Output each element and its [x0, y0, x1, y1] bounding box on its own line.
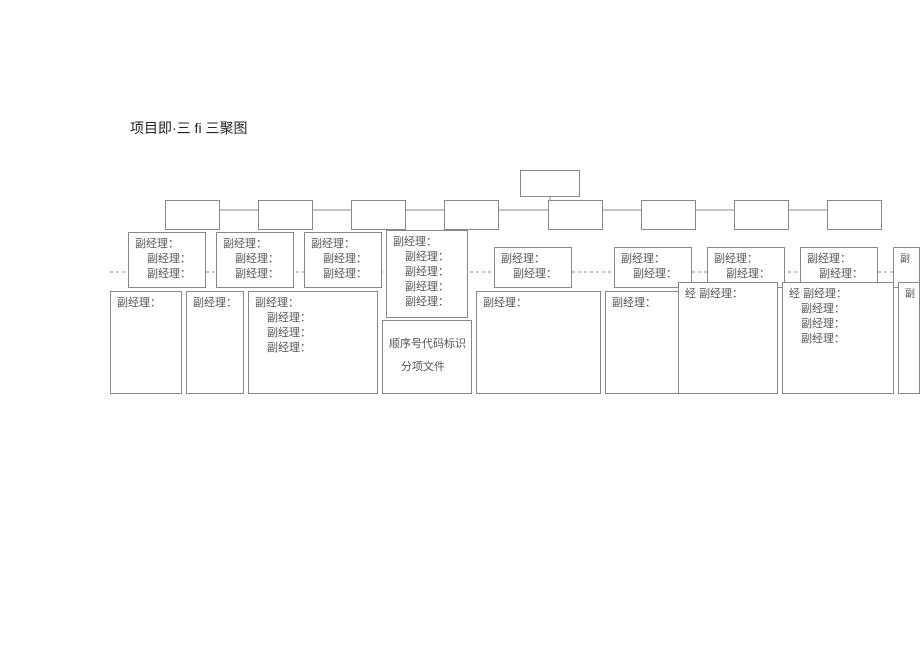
- l2-box-5: [548, 200, 603, 230]
- label-fjl: 副经理：: [789, 317, 887, 332]
- label-fjl: 副经理：: [621, 252, 685, 267]
- label-fjl: 副经理：: [255, 326, 371, 341]
- label-order: 顺序号代码标识: [389, 337, 465, 352]
- label-fjl: 经 副经理：: [685, 287, 771, 302]
- l4-box-9: 副: [898, 282, 920, 394]
- l3-box-4: 副经理： 副经理： 副经理： 副经理： 副经理：: [386, 230, 468, 318]
- l2-box-7: [734, 200, 789, 230]
- l3-box-5: 副经理： 副经理：: [494, 247, 572, 288]
- label-fjl: 副经理：: [393, 280, 461, 295]
- label-fjl: 副经理：: [311, 252, 375, 267]
- label-fjl: 副经理：: [789, 302, 887, 317]
- label-fjl: 副经理：: [483, 296, 594, 311]
- label-fjl: 副经理：: [714, 267, 778, 282]
- label-fjl: 副经理：: [311, 237, 375, 252]
- label-fjl: 副经理：: [501, 267, 565, 282]
- l4-box-1: 副经理：: [110, 291, 182, 394]
- label-fjl: 副经理：: [789, 332, 887, 347]
- root-box: [520, 170, 580, 197]
- label-fjl: 副经理：: [393, 295, 461, 310]
- l4-box-7: 经 副经理：: [678, 282, 778, 394]
- l4-box-2: 副经理：: [186, 291, 244, 394]
- l3-box-1: 副经理： 副经理： 副经理：: [128, 232, 206, 288]
- label-fjl: 副经理：: [621, 267, 685, 282]
- label-fjl: 副经理：: [193, 296, 237, 311]
- diagram-title: 项目即·三 fi 三聚图: [130, 118, 247, 138]
- l2-box-8: [827, 200, 882, 230]
- label-fjl: 副经理：: [393, 265, 461, 280]
- l4-box-3: 副经理： 副经理： 副经理： 副经理：: [248, 291, 378, 394]
- label-fjl: 副经理：: [807, 252, 871, 267]
- label-fjl: 副经理：: [612, 296, 678, 311]
- label-fjl: 副经理：: [223, 252, 287, 267]
- label-subfile: 分项文件: [389, 352, 465, 375]
- label-fjl: 副经理：: [255, 341, 371, 356]
- l3-box-2: 副经理： 副经理： 副经理：: [216, 232, 294, 288]
- l2-box-2: [258, 200, 313, 230]
- label-fjl: 副: [905, 287, 913, 302]
- label-fjl: 副经理：: [135, 237, 199, 252]
- label-fjl: 副经理：: [311, 267, 375, 282]
- l4-box-6: 副经理：: [605, 291, 685, 394]
- label-fjl: 副经理：: [501, 252, 565, 267]
- l4-box-8: 经 副经理： 副经理： 副经理： 副经理：: [782, 282, 894, 394]
- label-fjl: 副经理：: [223, 237, 287, 252]
- label-fjl: 副经理：: [135, 267, 199, 282]
- label-fjl: 副经理：: [135, 252, 199, 267]
- label-fjl: 副经理：: [255, 311, 371, 326]
- l2-box-4: [444, 200, 499, 230]
- label-fjl: 副经理：: [393, 235, 461, 250]
- l2-box-1: [165, 200, 220, 230]
- l2-box-6: [641, 200, 696, 230]
- label-fjl: 副经理：: [223, 267, 287, 282]
- label-fjl: 副经理：: [117, 296, 175, 311]
- l4-box-4: 顺序号代码标识 分项文件: [382, 320, 472, 394]
- l3-box-3: 副经理： 副经理： 副经理：: [304, 232, 382, 288]
- label-fjl: 副经理：: [714, 252, 778, 267]
- label-fjl: 经 副经理：: [789, 287, 887, 302]
- l4-box-5: 副经理：: [476, 291, 601, 394]
- label-fjl: 副经理：: [255, 296, 371, 311]
- label-fjl: 副: [900, 252, 913, 267]
- label-fjl: 副经理：: [807, 267, 871, 282]
- label-fjl: 副经理：: [393, 250, 461, 265]
- l2-box-3: [351, 200, 406, 230]
